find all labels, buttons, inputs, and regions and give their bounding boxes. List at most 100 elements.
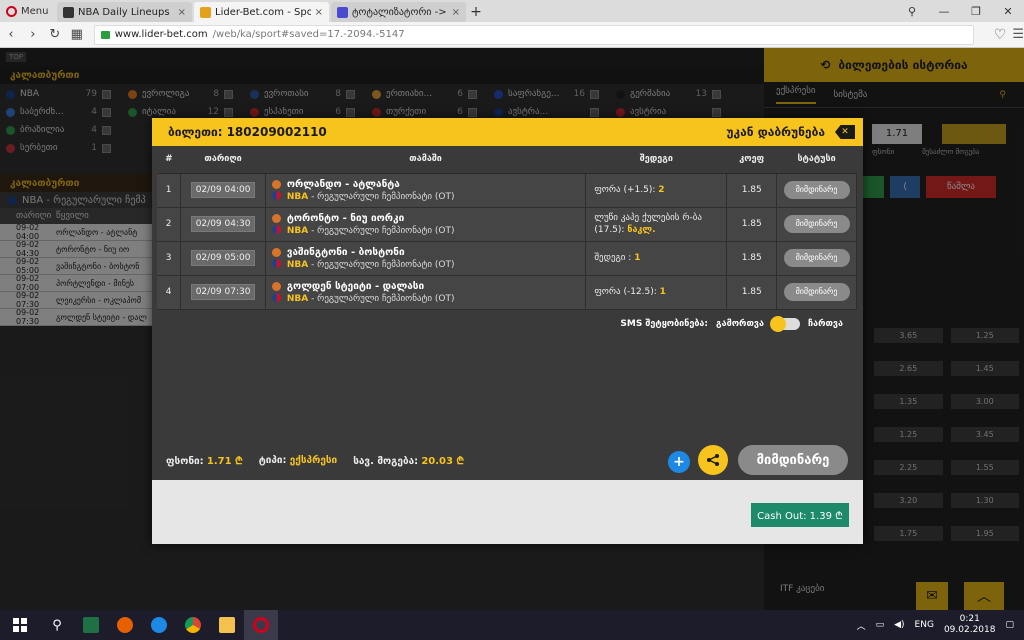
col-odd: კოეფ xyxy=(726,146,777,174)
opera-taskbar-icon[interactable] xyxy=(244,610,278,640)
tab-totalizator[interactable]: ტოტალიზატორი -> oი × xyxy=(331,2,466,22)
file-explorer-icon[interactable] xyxy=(210,610,244,640)
back-icon[interactable]: ‹ xyxy=(0,27,22,42)
match-wrap: ორლანდო - ატლანტა NBA - რეგულარული ჩემპიო… xyxy=(271,179,586,202)
basketball-icon xyxy=(271,214,281,223)
bet-row: 2 02/09 04:30 ტორონტო - ნიუ იორკი NBA - რეგ… xyxy=(157,207,857,242)
window-pin-icon[interactable]: ⚲ xyxy=(896,0,928,22)
url-field[interactable]: www.lider-bet.com/web/ka/sport#saved=17.… xyxy=(93,24,974,45)
easy-setup-icon[interactable]: ☰ xyxy=(1012,27,1024,42)
bet-pick-cell: შედეგი : 1 xyxy=(585,241,728,276)
notifications-icon[interactable]: ▢ xyxy=(1005,620,1014,630)
tab-title: ტოტალიზატორი -> oი xyxy=(352,6,448,18)
back-link[interactable]: უკან დაბრუნება xyxy=(726,125,825,139)
reload-icon[interactable]: ↻ xyxy=(44,27,66,42)
match-wrap: გოლდენ სტეიტი - დალასი NBA - რეგულარული ჩ… xyxy=(271,281,586,304)
bet-match-cell: ვაშინგტონი - ბოსტონი NBA - რეგულარული ჩემ… xyxy=(265,241,587,276)
address-bar: ‹ › ↻ ▦ www.lider-bet.com/web/ka/sport#s… xyxy=(0,22,1024,48)
match-text: ტორონტო - ნიუ იორკი NBA - რეგულარული ჩემპ… xyxy=(287,213,455,236)
excel-icon[interactable] xyxy=(74,610,108,640)
chrome-icon[interactable] xyxy=(176,610,210,640)
bet-match-cell: ორლანდო - ატლანტა NBA - რეგულარული ჩემპიო… xyxy=(265,173,587,208)
bet-status-cell: მიმდინარე xyxy=(776,173,857,208)
forward-icon[interactable]: › xyxy=(22,27,44,42)
bet-date-cell: 02/09 04:00 xyxy=(180,173,266,208)
language-indicator[interactable]: ENG xyxy=(915,620,934,630)
cash-out-button[interactable]: Cash Out: 1.39 ₾ xyxy=(751,503,849,527)
ticket-modal: ბილეთი: 180209002110 უკან დაბრუნება ✕ # … xyxy=(152,118,863,544)
pick-value: 1 xyxy=(659,287,666,297)
match-text: გოლდენ სტეიტი - დალასი NBA - რეგულარული ჩ… xyxy=(287,281,455,304)
tab-close-icon[interactable]: × xyxy=(315,7,323,18)
match-icons xyxy=(271,214,281,234)
bet-match-cell: ტორონტო - ნიუ იორკი NBA - რეგულარული ჩემპ… xyxy=(265,207,587,242)
nba-logo-icon xyxy=(271,293,281,302)
stake-summary-value: 1.71 ₾ xyxy=(206,456,243,467)
windows-logo-icon xyxy=(13,618,27,632)
tab-close-icon[interactable]: × xyxy=(452,7,460,18)
ticket-label: ბილეთი: xyxy=(168,125,223,139)
share-glyph xyxy=(707,454,719,466)
volume-icon[interactable]: ◀) xyxy=(894,620,904,630)
basketball-icon xyxy=(271,248,281,257)
start-button[interactable] xyxy=(0,618,40,632)
match-league: NBA - რეგულარული ჩემპიონატი (OT) xyxy=(287,294,455,304)
speed-dial-icon[interactable]: ▦ xyxy=(66,27,88,42)
window-close-icon[interactable]: ✕ xyxy=(992,0,1024,22)
match-icons xyxy=(271,180,281,200)
cashout-area: Cash Out: 1.39 ₾ xyxy=(152,480,863,544)
add-icon[interactable]: + xyxy=(668,451,690,473)
type-value: ექსპრესი xyxy=(289,454,338,466)
bet-date-cell: 02/09 07:30 xyxy=(180,275,266,310)
url-host: www.lider-bet.com xyxy=(114,29,208,40)
status-badge: მიმდინარე xyxy=(783,249,850,267)
potential-win-value: 20.03 ₾ xyxy=(421,456,465,467)
tab-title: NBA Daily Lineups | RotoW xyxy=(78,6,174,18)
firefox-icon[interactable] xyxy=(108,610,142,640)
opera-logo-icon xyxy=(6,5,17,17)
col-pick: შედეგი xyxy=(585,146,727,174)
tab-close-icon[interactable]: × xyxy=(178,7,186,18)
rotowire-favicon-icon xyxy=(63,6,74,18)
status-badge: მიმდინარე xyxy=(783,215,850,233)
bookmark-heart-icon[interactable]: ♡ xyxy=(994,27,1007,43)
sms-notification-row: SMS შეტყობინება: გამორთვა ჩართვა xyxy=(620,316,843,332)
search-icon[interactable]: ⚲ xyxy=(40,610,74,640)
share-icon[interactable] xyxy=(698,445,728,475)
league-nba: NBA xyxy=(286,293,309,304)
window-restore-icon[interactable]: ❐ xyxy=(960,0,992,22)
nba-logo-icon xyxy=(271,259,281,268)
clock-time: 0:21 xyxy=(959,614,980,624)
tray-chevron-icon[interactable]: ︿ xyxy=(857,619,866,632)
status-badge: მიმდინარე xyxy=(783,181,850,199)
pick-market: შედეგი : xyxy=(594,253,632,263)
ticket-id: 180209002110 xyxy=(226,125,327,139)
bet-pick-cell: ფორა (-12.5): 1 xyxy=(585,275,728,310)
sms-toggle[interactable] xyxy=(769,316,800,332)
bet-row: 1 02/09 04:00 ორლანდო - ატლანტა NBA - რეგულ… xyxy=(157,173,857,208)
edge-icon[interactable] xyxy=(142,610,176,640)
bet-odd: 1.85 xyxy=(726,207,778,242)
close-icon[interactable]: ✕ xyxy=(835,125,855,139)
pick-value: ნაკლ. xyxy=(627,225,656,235)
network-icon[interactable]: ▭ xyxy=(876,620,885,630)
opera-menu-button[interactable]: Menu xyxy=(0,0,55,22)
window-minimize-icon[interactable]: — xyxy=(928,0,960,22)
bet-pick-cell: ფორა (+1.5): 2 xyxy=(585,173,728,208)
stake-summary-label: ფსონი: xyxy=(166,456,204,467)
clock[interactable]: 0:21 09.02.2018 xyxy=(944,614,996,636)
match-league: NBA - რეგულარული ჩემპიონატი (OT) xyxy=(287,192,455,202)
liderbet-favicon-icon xyxy=(200,6,211,18)
sms-on-label: ჩართვა xyxy=(807,319,843,329)
bet-date: 02/09 04:00 xyxy=(190,182,256,198)
nba-logo-icon xyxy=(271,191,281,200)
tab-rotowire[interactable]: NBA Daily Lineups | RotoW × xyxy=(57,2,192,22)
match-text: ორლანდო - ატლანტა NBA - რეგულარული ჩემპიო… xyxy=(287,179,455,202)
new-tab-button[interactable]: + xyxy=(466,2,486,22)
sms-off-label: გამორთვა xyxy=(716,319,764,329)
tab-title: Lider-Bet.com - Sports an xyxy=(215,6,311,18)
bet-number: 1 xyxy=(157,173,182,208)
tab-liderbet[interactable]: Lider-Bet.com - Sports an × xyxy=(194,2,329,22)
bet-status-cell: მიმდინარე xyxy=(776,275,857,310)
current-status-button[interactable]: მიმდინარე xyxy=(738,445,848,475)
